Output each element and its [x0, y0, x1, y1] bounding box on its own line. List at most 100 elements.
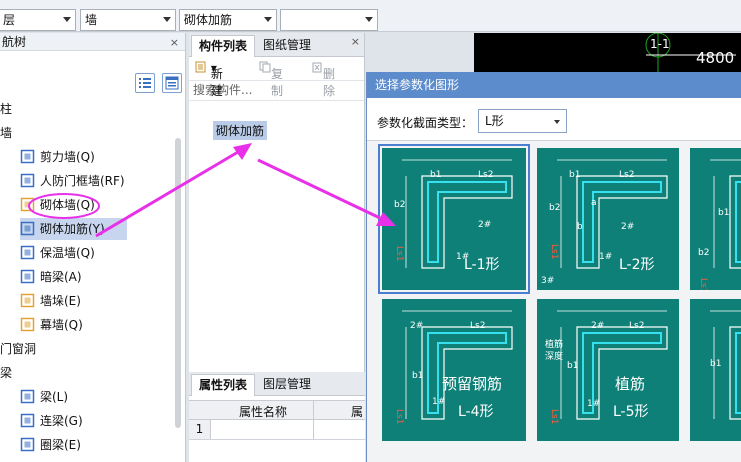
shape-tile[interactable]: b1 b2 Ls1: [690, 148, 741, 290]
component-list-item[interactable]: 砌体加筋: [213, 121, 268, 140]
dimension-label: 2#: [478, 220, 492, 230]
component-dropdown-value: 砌体加筋: [184, 13, 233, 27]
tab-component-list[interactable]: 构件列表: [191, 35, 256, 57]
list-view-icon: [139, 78, 151, 88]
tab-layer-management[interactable]: 图层管理: [256, 374, 318, 396]
tree-item[interactable]: 门窗洞: [0, 338, 36, 360]
cad-drawing-area[interactable]: 1-1 4800: [474, 32, 741, 73]
copy-icon: [259, 61, 271, 73]
detail-view-button[interactable]: [162, 73, 182, 93]
ring-beam-icon: [20, 437, 35, 452]
tile-subtitle: 预留钢筋: [442, 375, 503, 393]
tree-item[interactable]: 墙: [0, 122, 12, 144]
link-beam-icon: [20, 413, 35, 428]
dimension-label: Ls1: [394, 246, 404, 262]
masonry-wall-icon: [20, 197, 35, 212]
tree-item[interactable]: 幕墙(Q): [20, 314, 83, 336]
chevron-down-icon: [63, 17, 71, 22]
tree-item[interactable]: 保温墙(Q): [20, 242, 95, 264]
shape-tile[interactable]: 2# Ls2 b1 1# Ls1 预留钢筋 L-4形: [382, 299, 526, 441]
dimension-label: b1: [412, 371, 424, 381]
dimension-label: Ls1: [394, 409, 404, 425]
dimension-label: 1#: [599, 252, 613, 262]
delete-button-label: 删除: [323, 67, 336, 98]
dimension-label: b1: [567, 361, 579, 371]
navigation-tree-title: 航树: [2, 35, 27, 49]
component-dropdown[interactable]: 砌体加筋: [179, 9, 277, 31]
property-tabs: 属性列表 图层管理: [189, 372, 365, 396]
dimension-label: Ls1: [549, 244, 559, 260]
property-row[interactable]: 1: [189, 420, 365, 440]
tree-item[interactable]: 人防门框墙(RF): [20, 170, 125, 192]
dimension-label: Ls2: [470, 321, 486, 331]
tree-item-label: 暗梁(A): [40, 270, 82, 284]
tree-item-label: 梁: [0, 366, 13, 380]
section-type-select[interactable]: L形: [478, 109, 567, 133]
component-toolbar: 新建 ▾ 复制 删除: [189, 57, 364, 98]
dimension-label: b: [577, 222, 583, 232]
shape-tile[interactable]: 2# Ls2 植筋 深度 b1 1# Ls1 植筋 L-5形: [537, 299, 679, 441]
tree-item[interactable]: 梁: [0, 362, 12, 384]
delete-icon: [312, 62, 322, 73]
tree-item[interactable]: 砌体墙(Q): [20, 194, 95, 216]
tree-item-label: 圈梁(E): [40, 438, 81, 452]
tile-caption: L-5形: [613, 404, 649, 420]
tree-item[interactable]: 柱: [0, 98, 12, 120]
dimension-label: Ls2: [629, 321, 645, 331]
l-shape-drawing: [710, 310, 741, 420]
masonry-reinforcement-icon: [20, 221, 35, 236]
civil-defense-door-frame-icon: [20, 173, 35, 188]
hidden-beam-icon: [20, 269, 35, 284]
shape-tile[interactable]: b1: [690, 299, 741, 441]
shape-grid: b1 Ls2 b2 2# 1# Ls1 L-1形 b1 Ls2 b2 a b 2# 1# 3# Ls1 L-2形…: [367, 140, 741, 462]
tree-scrollbar[interactable]: [175, 138, 181, 428]
tab-property-list[interactable]: 属性列表: [191, 374, 256, 396]
dialog-title: 选择参数化图形: [367, 72, 741, 98]
tree-item-label: 幕墙(Q): [40, 318, 83, 332]
property-value-column-header: 属: [351, 405, 364, 419]
dimension-label: 2#: [621, 222, 635, 232]
dimension-label: 1#: [587, 399, 601, 409]
l-shape-drawing: [402, 159, 513, 269]
list-view-button[interactable]: [135, 73, 155, 93]
new-button[interactable]: 新建 ▾: [195, 61, 223, 98]
dimension-label: a: [591, 198, 597, 208]
category-dropdown[interactable]: 墙: [80, 9, 176, 31]
filter-bar: 层 墙 砌体加筋: [0, 0, 741, 32]
section-type-value: L形: [485, 114, 504, 128]
tile-caption: L-2形: [619, 257, 655, 273]
tree-item[interactable]: 梁(L): [20, 386, 68, 408]
new-button-label: 新建: [210, 67, 223, 98]
tree-item[interactable]: 暗梁(A): [20, 266, 82, 288]
insulation-wall-icon: [20, 245, 35, 260]
tree-item-label: 人防门框墙(RF): [40, 174, 125, 188]
tree-item[interactable]: 砌体加筋(Y): [20, 218, 127, 240]
property-grid-header: 属性名称 属: [189, 400, 365, 420]
dimension-label: 4800: [696, 49, 735, 67]
curtain-wall-icon: [20, 317, 35, 332]
tree-item-label: 砌体加筋(Y): [40, 222, 105, 236]
copy-button-label: 复制: [271, 67, 284, 98]
beam-icon: [20, 389, 35, 404]
dimension-label: 3#: [541, 276, 555, 286]
close-icon[interactable]: ×: [351, 35, 360, 48]
copy-button[interactable]: 复制: [259, 61, 283, 98]
tree-item-label: 柱: [0, 102, 13, 116]
tree-item[interactable]: 圈梁(E): [20, 434, 81, 456]
tree-item-label: 门窗洞: [0, 342, 37, 356]
delete-button[interactable]: 删除: [311, 61, 335, 98]
shape-tile[interactable]: b1 Ls2 b2 a b 2# 1# 3# Ls1 L-2形: [537, 148, 679, 290]
shape-tile[interactable]: b1 Ls2 b2 2# 1# Ls1 L-1形: [378, 144, 530, 294]
extra-dropdown[interactable]: [280, 9, 378, 31]
tree-item[interactable]: 墙垛(E): [20, 290, 81, 312]
dimension-label: 2#: [591, 321, 605, 331]
chevron-down-icon: [554, 120, 560, 124]
floor-dropdown[interactable]: 层: [0, 9, 76, 31]
tree-item-label: 砌体墙(Q): [40, 198, 95, 212]
tree-item[interactable]: 连梁(G): [20, 410, 83, 432]
tab-drawing-management[interactable]: 图纸管理: [256, 35, 318, 57]
close-icon[interactable]: ×: [170, 34, 179, 52]
axis-label: 1-1: [650, 37, 670, 51]
tree-item[interactable]: 剪力墙(Q): [20, 146, 95, 168]
dimension-label: b1: [430, 170, 442, 180]
